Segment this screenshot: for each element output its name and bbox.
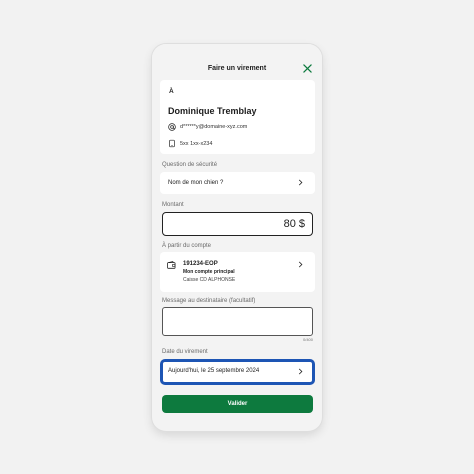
submit-button[interactable]: Valider xyxy=(162,395,313,413)
recipient-section-label: À xyxy=(169,88,174,95)
message-counter: 0/400 xyxy=(302,337,313,342)
recipient-phone: 5xx 1xx-x234 xyxy=(180,141,213,147)
phone-frame: Faire un virement À Dominique Tremblay d… xyxy=(152,44,322,431)
page-title: Faire un virement xyxy=(207,65,267,72)
account-label: À partir du compte xyxy=(162,243,212,249)
date-label: Date du virement xyxy=(162,349,208,355)
chevron-right-icon xyxy=(298,179,303,186)
at-sign-icon xyxy=(168,123,176,131)
amount-value: 80 $ xyxy=(283,218,305,230)
amount-label: Montant xyxy=(162,202,184,208)
security-question-label: Question de sécurité xyxy=(162,162,218,168)
phone-icon xyxy=(169,139,175,148)
close-icon[interactable] xyxy=(303,64,312,73)
recipient-name: Dominique Tremblay xyxy=(168,106,257,116)
date-value: Aujourd'hui, le 25 septembre 2024 xyxy=(168,368,260,374)
account-institution: Caisse CD ALPHONSE xyxy=(183,277,236,283)
account-name: Mon compte principal xyxy=(183,269,235,275)
security-question-value: Nom de mon chien ? xyxy=(168,180,224,186)
chevron-right-icon xyxy=(298,368,303,375)
date-select[interactable]: Aujourd'hui, le 25 septembre 2024 xyxy=(160,359,315,385)
message-label: Message au destinataire (facultatif) xyxy=(162,298,256,304)
account-number: 191234-EOP xyxy=(183,261,218,267)
message-input[interactable] xyxy=(162,307,313,336)
amount-input[interactable]: 80 $ xyxy=(162,212,313,236)
recipient-email: d******y@domaine-xyz.com xyxy=(180,124,248,130)
chevron-right-icon xyxy=(298,261,303,268)
wallet-icon xyxy=(167,261,176,269)
